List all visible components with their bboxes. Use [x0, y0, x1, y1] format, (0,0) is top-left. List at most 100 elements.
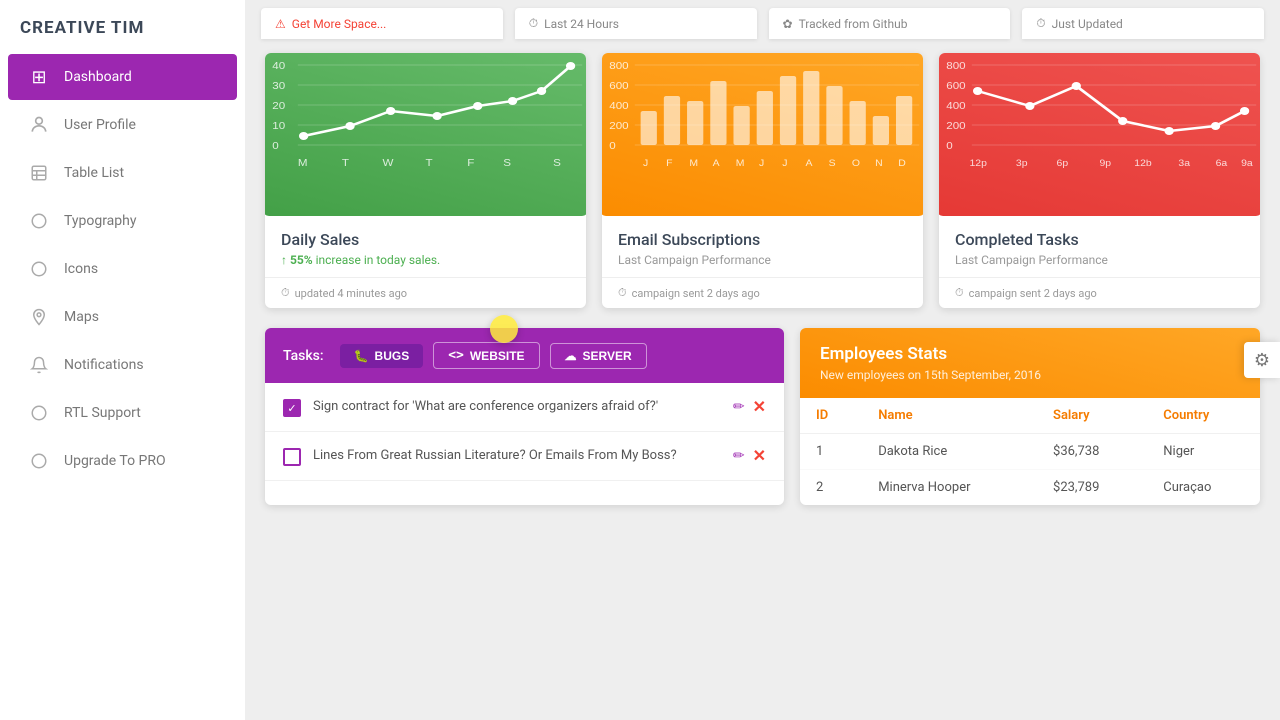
sidebar-nav: ⊞ Dashboard User Profile Table List Typo…	[0, 52, 245, 720]
daily-sales-card: 40 30 20 10 0	[265, 53, 586, 308]
daily-sales-chart: 40 30 20 10 0	[265, 53, 586, 216]
col-salary: Salary	[1037, 398, 1147, 434]
server-button[interactable]: ☁ SERVER	[550, 343, 647, 369]
employees-panel: Employees Stats New employees on 15th Se…	[800, 328, 1260, 505]
settings-icon: ⚙	[1254, 350, 1270, 371]
clock-icon: ⏱	[955, 286, 964, 300]
github-icon: ✿	[783, 17, 793, 31]
stat-percent: 55%	[290, 253, 313, 267]
tasks-title: Completed Tasks	[955, 230, 1244, 249]
dashboard-icon: ⊞	[28, 66, 50, 88]
rtl-icon	[28, 402, 50, 424]
top-strip-hours: ⏱ Last 24 Hours	[515, 8, 757, 39]
emp-country-2: Curaçao	[1147, 470, 1260, 506]
sidebar-item-rtl-support[interactable]: RTL Support	[8, 390, 237, 436]
svg-text:6p: 6p	[1057, 159, 1069, 169]
sidebar-item-icons[interactable]: Icons	[8, 246, 237, 292]
sidebar-item-label: Icons	[64, 261, 98, 277]
sidebar-item-notifications[interactable]: Notifications	[8, 342, 237, 388]
svg-text:800: 800	[609, 61, 628, 72]
svg-text:D: D	[898, 159, 906, 169]
top-strip-storage: ⚠ Get More Space...	[261, 8, 503, 39]
emp-name-2: Minerva Hooper	[862, 470, 1037, 506]
sidebar-item-label: Upgrade To PRO	[64, 453, 166, 469]
maps-icon	[28, 306, 50, 328]
tasks-subtitle: Last Campaign Performance	[955, 253, 1244, 267]
svg-text:0: 0	[946, 141, 952, 152]
sidebar-item-label: RTL Support	[64, 405, 141, 421]
task-delete-2[interactable]: ✕	[753, 446, 766, 465]
line-chart2-svg: 800 600 400 200 0	[939, 53, 1260, 216]
svg-text:A: A	[805, 159, 812, 169]
sidebar-item-label: Table List	[64, 165, 124, 181]
col-id: ID	[800, 398, 862, 434]
svg-text:3a: 3a	[1178, 159, 1190, 169]
svg-text:S: S	[829, 159, 836, 169]
upgrade-icon	[28, 450, 50, 472]
svg-text:F: F	[467, 158, 474, 169]
website-button[interactable]: <> WEBSITE	[433, 342, 539, 369]
main-content: ⚠ Get More Space... ⏱ Last 24 Hours ✿ Tr…	[245, 0, 1280, 720]
svg-text:M: M	[736, 159, 745, 169]
svg-text:400: 400	[609, 101, 628, 112]
svg-text:S: S	[503, 158, 511, 169]
sidebar-item-typography[interactable]: Typography	[8, 198, 237, 244]
emp-salary-2: $23,789	[1037, 470, 1147, 506]
bug-icon: 🐛	[354, 349, 369, 363]
employees-header: Employees Stats New employees on 15th Se…	[800, 328, 1260, 398]
emp-id-1: 1	[800, 434, 862, 470]
sidebar-item-label: Dashboard	[64, 69, 132, 85]
sidebar-item-dashboard[interactable]: ⊞ Dashboard	[8, 54, 237, 100]
task-text-2: Lines From Great Russian Literature? Or …	[313, 446, 721, 466]
svg-text:600: 600	[946, 81, 965, 92]
settings-fab[interactable]: ⚙	[1244, 342, 1280, 378]
table-icon	[28, 162, 50, 184]
task-text-1: Sign contract for 'What are conference o…	[313, 397, 721, 417]
col-country: Country	[1147, 398, 1260, 434]
email-subscriptions-chart: 800 600 400 200 0	[602, 53, 923, 216]
svg-text:W: W	[383, 158, 395, 169]
daily-sales-body: Daily Sales ↑ 55% increase in today sale…	[265, 216, 586, 277]
task-edit-2[interactable]: ✏	[733, 448, 745, 464]
bugs-button[interactable]: 🐛 BUGS	[340, 344, 424, 368]
task-checkbox-2[interactable]	[283, 448, 301, 466]
task-item-1: Sign contract for 'What are conference o…	[265, 383, 784, 432]
daily-sales-stat: ↑ 55% increase in today sales.	[281, 253, 570, 267]
sidebar-item-table-list[interactable]: Table List	[8, 150, 237, 196]
sidebar-item-user-profile[interactable]: User Profile	[8, 102, 237, 148]
top-strip-updated: ⏱ Just Updated	[1022, 8, 1264, 39]
footer-text: campaign sent 2 days ago	[969, 287, 1097, 300]
svg-text:600: 600	[609, 81, 628, 92]
svg-text:T: T	[342, 158, 349, 169]
tasks-footer: ⏱ campaign sent 2 days ago	[939, 277, 1260, 308]
warning-icon: ⚠	[275, 17, 286, 31]
task-checkbox-1[interactable]	[283, 399, 301, 417]
email-body: Email Subscriptions Last Campaign Perfor…	[602, 216, 923, 277]
svg-text:J: J	[643, 159, 648, 169]
clock-icon: ⏱	[281, 286, 290, 300]
emp-name-1: Dakota Rice	[862, 434, 1037, 470]
svg-text:S: S	[553, 158, 561, 169]
emp-id-2: 2	[800, 470, 862, 506]
tasks-body: Completed Tasks Last Campaign Performanc…	[939, 216, 1260, 277]
svg-text:20: 20	[272, 101, 285, 112]
sidebar-item-label: Notifications	[64, 357, 144, 373]
sidebar-item-upgrade[interactable]: Upgrade To PRO	[8, 438, 237, 484]
code-icon: <>	[448, 348, 464, 363]
task-delete-1[interactable]: ✕	[753, 397, 766, 416]
svg-text:J: J	[759, 159, 764, 169]
svg-text:A: A	[713, 159, 720, 169]
brand-logo: CREATIVE TIM	[0, 0, 245, 52]
svg-text:T: T	[426, 158, 433, 169]
emp-salary-1: $36,738	[1037, 434, 1147, 470]
sidebar-item-maps[interactable]: Maps	[8, 294, 237, 340]
completed-tasks-card: 800 600 400 200 0	[939, 53, 1260, 308]
email-title: Email Subscriptions	[618, 230, 907, 249]
icons-icon	[28, 258, 50, 280]
line-chart-svg: 40 30 20 10 0	[265, 53, 586, 216]
svg-text:N: N	[875, 159, 883, 169]
email-footer: ⏱ campaign sent 2 days ago	[602, 277, 923, 308]
svg-text:F: F	[666, 159, 672, 169]
task-actions-2: ✏ ✕	[733, 446, 766, 465]
task-edit-1[interactable]: ✏	[733, 399, 745, 415]
